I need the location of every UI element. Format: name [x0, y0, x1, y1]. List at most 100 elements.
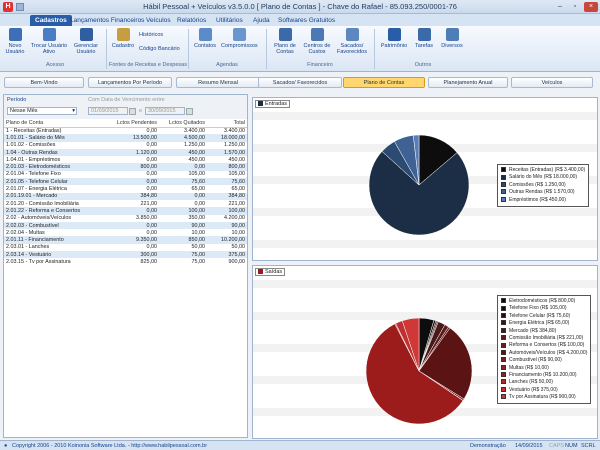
- table-row[interactable]: 2.01.05 - Telefone Celular 0,00 75,60 75,60: [4, 178, 247, 186]
- gerenciar-usuario-button[interactable]: Gerenciar Usuário: [72, 28, 100, 55]
- col-plano-de-conta[interactable]: Plano de Conta: [4, 120, 109, 128]
- table-row[interactable]: 2.01.03 - Eletrodomésticos 800,00 0,00 800,…: [4, 163, 247, 171]
- cell-pendentes: 3.850,00: [136, 215, 157, 222]
- nav-veiculos[interactable]: Veículos: [511, 77, 593, 88]
- tab-softwares[interactable]: Softwares Gratuitos: [278, 15, 335, 26]
- cell-quitados: 75,00: [191, 258, 206, 265]
- cell-quitados: 0,00: [159, 163, 207, 171]
- tab-lancamentos[interactable]: Lançamentos Financeiros: [70, 15, 144, 26]
- table-row[interactable]: 2.02.04 - Multas 0,00 10,00 10,00: [4, 229, 247, 236]
- cell-pendentes: 0,00: [146, 229, 158, 236]
- legend-swatch: [501, 196, 506, 202]
- periodo-select[interactable]: Nesse Mês ▾: [7, 107, 77, 115]
- saidas-legend-label: Eletrodomésticos (R$ 800,00): [509, 298, 576, 304]
- calendar-icon: [232, 28, 246, 41]
- legend-swatch: [501, 364, 506, 370]
- periodo-label: Período: [7, 97, 27, 103]
- col-quitados[interactable]: Lctos Quitados: [159, 120, 207, 128]
- cell-conta: 1.01.01 - Salário do Mês: [4, 134, 109, 142]
- col-total[interactable]: Total: [207, 120, 247, 128]
- tarefas-button[interactable]: Tarefas: [412, 28, 436, 49]
- legend-swatch: [501, 379, 506, 385]
- legend-swatch: [501, 189, 506, 195]
- legend-swatch: [501, 357, 506, 363]
- nav-lancamentos-periodo[interactable]: Lançamentos Por Período: [88, 77, 172, 88]
- nav-bem-vindo[interactable]: Bem-Vindo: [4, 77, 84, 88]
- cell-pendentes: 9.350,00: [109, 236, 159, 244]
- window-title: Hábil Pessoal + Veículos v3.5.0.0 [ Plan…: [143, 2, 457, 11]
- tab-ajuda[interactable]: Ajuda: [253, 15, 270, 26]
- saidas-legend-label: Mercado (R$ 384,80): [509, 327, 557, 334]
- nav-sacados-favorecidos[interactable]: Sacados/ Favorecidos: [258, 77, 342, 88]
- patrimonio-button[interactable]: Patrimônio: [378, 28, 410, 49]
- plano-de-contas-button[interactable]: Plano de Contas: [270, 28, 300, 55]
- cell-conta: 1.04 - Outras Rendas: [4, 148, 109, 157]
- table-row[interactable]: 2.01.19.01 - Mercado 384,80 0,00 384,80: [4, 192, 247, 200]
- tab-relatorios[interactable]: Relatórios: [177, 15, 206, 26]
- novo-usuario-button[interactable]: Novo Usuário: [5, 28, 25, 55]
- grid-band: [253, 280, 597, 288]
- nav-resumo-mensal[interactable]: Resumo Mensal: [176, 77, 260, 88]
- tab-veiculos[interactable]: Veículos: [146, 15, 171, 26]
- table-row[interactable]: 1.01.01 - Salário do Mês 13.500,00 4.500,0…: [4, 134, 247, 142]
- tab-utilitarios[interactable]: Utilitários: [216, 15, 243, 26]
- nav-planejamento-anual[interactable]: Planejamento Anual: [428, 77, 508, 88]
- table-row[interactable]: 1.04.01 - Empréstimos 0,00 450,00 450,00: [4, 156, 247, 163]
- table-row[interactable]: 1.04 - Outras Rendas 1.120,00 450,00 1.570,…: [4, 148, 247, 157]
- sacados-favorecidos-button[interactable]: Sacados/ Favorecidos: [334, 28, 370, 55]
- cadastro-button[interactable]: Cadastro: [109, 28, 137, 49]
- saidas-legend-item: Reforma e Consertos (R$ 100,00): [501, 342, 587, 349]
- calendar-icon[interactable]: [129, 108, 136, 115]
- cell-conta: 2.01.20 - Comissão Imobiliária: [6, 200, 79, 207]
- table-row[interactable]: 1.01.02 - Comissões 0,00 1.250,00 1.250,00: [4, 142, 247, 149]
- table-row[interactable]: 2.01.22 - Reforma e Consertos 0,00 100,00 1…: [4, 207, 247, 215]
- table-row[interactable]: 2.01.07 - Energia Elétrica 0,00 65,00 65,00: [4, 185, 247, 192]
- contatos-button[interactable]: Contatos: [192, 28, 218, 49]
- legend-swatch: [501, 305, 506, 311]
- entradas-legend-item: Salário do Mês (R$ 18.000,00): [501, 174, 585, 181]
- historicos-button[interactable]: Históricos: [139, 32, 163, 38]
- cell-total: 221,00: [228, 200, 246, 207]
- table-row[interactable]: 2.01.04 - Telefone Fixo 0,00 105,00 105,00: [4, 171, 247, 178]
- codigo-bancario-button[interactable]: Código Bancário: [139, 46, 180, 52]
- saidas-legend-label: Multas (R$ 10,00): [509, 364, 549, 371]
- table-row[interactable]: 2.01.20 - Comissão Imobiliária 221,00 0,00…: [4, 200, 247, 207]
- minimize-icon[interactable]: –: [553, 2, 567, 12]
- table-row[interactable]: 1 - Receitas (Entradas) 0,00 3.400,00 3.400…: [4, 127, 247, 134]
- saidas-legend-item: Combustível (R$ 90,00): [501, 357, 587, 364]
- table-row[interactable]: 2.03.15 - Tv por Assinatura 825,00 75,00 90…: [4, 258, 247, 265]
- table-body: 1 - Receitas (Entradas) 0,00 3.400,00 3.400…: [4, 127, 247, 266]
- legend-swatch: [501, 372, 506, 378]
- compromissos-button[interactable]: Compromissos: [221, 28, 258, 49]
- close-icon[interactable]: ×: [584, 2, 598, 12]
- caps-indicator: CAPS: [549, 443, 564, 449]
- cell-quitados: 75,60: [159, 178, 207, 186]
- legend-swatch: [501, 386, 506, 392]
- saidas-legend-label: Tv por Assinatura (R$ 900,00): [509, 394, 576, 401]
- cell-total: 50,00: [231, 244, 246, 251]
- table-row[interactable]: 2.01.11 - Financiamento 9.350,00 850,00 10.…: [4, 236, 247, 244]
- cell-pendentes: 825,00: [140, 258, 158, 265]
- entradas-legend-label: Empréstimos (R$ 450,00): [509, 196, 566, 203]
- date-from-input[interactable]: 01/09/2015: [88, 107, 128, 115]
- nav-plano-de-contas[interactable]: Plano de Contas: [343, 77, 425, 88]
- cell-pendentes: 1.120,00: [109, 148, 159, 157]
- legend-swatch: [501, 167, 506, 173]
- cell-conta: 2.03.14 - Vestuário: [4, 251, 109, 259]
- table-row[interactable]: 2.02.03 - Combustível 0,00 90,00 90,00: [4, 221, 247, 230]
- table-row[interactable]: 2.03.14 - Vestuário 300,00 75,00 375,00: [4, 251, 247, 259]
- chevron-down-icon: ▾: [72, 108, 75, 114]
- trocar-usuario-button[interactable]: Trocar Usuário Ativo: [30, 28, 68, 55]
- maximize-icon[interactable]: ▫: [568, 2, 582, 12]
- centros-de-custos-button[interactable]: Centros de Custos: [302, 28, 332, 55]
- table-row[interactable]: 2.03.01 - Lanches 0,00 50,00 50,00: [4, 244, 247, 251]
- date-to-input[interactable]: 30/09/2015: [145, 107, 185, 115]
- legend-swatch: [501, 320, 506, 326]
- group-agendas: Agendas: [216, 62, 238, 68]
- table-row[interactable]: 2.02 - Automóveis/Veículos 3.850,00 350,00…: [4, 215, 247, 222]
- vencimento-label: Com Data de Vencimento entre: [88, 97, 165, 103]
- calendar-icon[interactable]: [186, 108, 193, 115]
- col-pendentes[interactable]: Lctos Pendentes: [109, 120, 159, 128]
- diversos-button[interactable]: Diversos: [438, 28, 466, 49]
- tab-cadastros[interactable]: Cadastros: [30, 15, 72, 26]
